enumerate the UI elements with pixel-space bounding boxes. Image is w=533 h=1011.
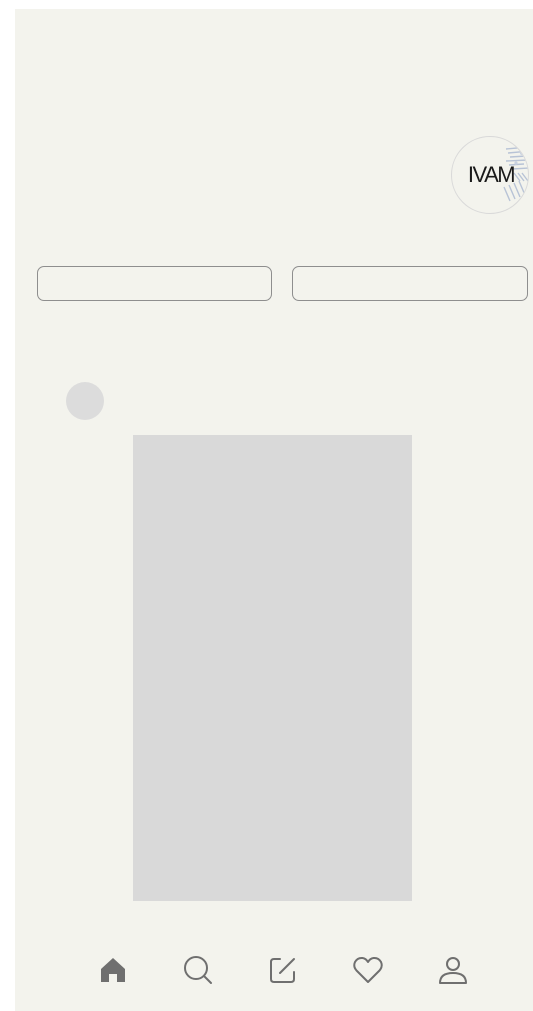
nav-search-button[interactable] — [178, 950, 218, 990]
ivam-logo-text: IVAM — [467, 162, 516, 187]
search-icon — [184, 956, 212, 984]
nav-compose-button[interactable] — [263, 950, 303, 990]
nav-home-button[interactable] — [93, 950, 133, 990]
profile-icon — [439, 957, 467, 984]
compose-icon — [270, 958, 295, 983]
nav-likes-button[interactable] — [348, 950, 388, 990]
home-icon — [101, 958, 125, 982]
profile-action-button-left[interactable] — [37, 266, 272, 301]
app-screen: IVAM — [15, 9, 533, 1011]
post-author-avatar[interactable] — [66, 382, 104, 420]
bottom-navigation-bar — [15, 944, 533, 994]
heart-icon — [353, 956, 383, 983]
profile-action-button-right[interactable] — [292, 266, 528, 301]
ivam-profile-avatar[interactable]: IVAM — [451, 136, 529, 214]
post-image-placeholder[interactable] — [133, 435, 412, 901]
nav-profile-button[interactable] — [433, 950, 473, 990]
